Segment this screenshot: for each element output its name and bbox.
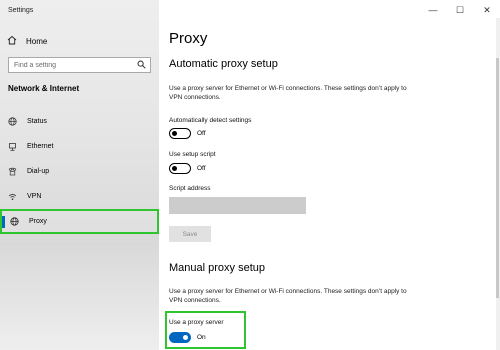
scrollbar-thumb[interactable]	[496, 58, 499, 298]
automatic-proxy-description: Use a proxy server for Ethernet or Wi-Fi…	[169, 85, 407, 101]
sidebar: Settings Home Network & Internet Status …	[0, 0, 159, 350]
home-icon	[7, 35, 17, 47]
home-label: Home	[26, 36, 48, 46]
auto-detect-toggle[interactable]: Off	[169, 128, 206, 139]
scrollbar[interactable]	[496, 18, 500, 350]
vpn-icon	[8, 192, 17, 201]
app-title: Settings	[8, 7, 34, 14]
globe-icon	[8, 117, 17, 126]
sidebar-item-label: Proxy	[29, 218, 47, 225]
sidebar-item-label: Ethernet	[27, 143, 54, 150]
auto-detect-state: Off	[197, 130, 206, 137]
script-address-input[interactable]	[169, 197, 306, 214]
manual-proxy-description: Use a proxy server for Ethernet or Wi-Fi…	[169, 288, 407, 304]
sidebar-item-ethernet[interactable]: Ethernet	[0, 134, 159, 159]
globe-icon	[10, 217, 19, 226]
sidebar-item-label: Dial-up	[27, 168, 50, 175]
script-address-label: Script address	[169, 185, 211, 192]
ethernet-icon	[8, 142, 17, 151]
sidebar-item-label: VPN	[27, 193, 42, 200]
search-icon[interactable]	[137, 56, 146, 74]
use-proxy-highlight	[165, 311, 246, 349]
sidebar-item-vpn[interactable]: VPN	[0, 184, 159, 209]
auto-detect-switch[interactable]	[169, 128, 191, 139]
home-nav-item[interactable]: Home	[7, 34, 47, 48]
use-proxy-toggle[interactable]: On	[169, 332, 206, 343]
sidebar-nav: Status Ethernet Dial-up VPN Proxy	[0, 109, 159, 234]
section-title: Network & Internet	[8, 84, 80, 93]
minimize-button[interactable]: —	[428, 5, 438, 16]
use-proxy-switch[interactable]	[169, 332, 191, 343]
use-proxy-state: On	[197, 334, 206, 341]
setup-script-toggle[interactable]: Off	[169, 163, 206, 174]
main-panel: — ☐ ✕ Proxy Automatic proxy setup Use a …	[159, 0, 500, 350]
search-input[interactable]	[14, 61, 124, 69]
use-proxy-label: Use a proxy server	[169, 319, 224, 326]
setup-script-label: Use setup script	[169, 151, 216, 158]
setup-script-state: Off	[197, 165, 206, 172]
maximize-button[interactable]: ☐	[455, 5, 465, 16]
search-box[interactable]	[8, 57, 151, 73]
window-controls: — ☐ ✕	[428, 5, 492, 16]
automatic-proxy-heading: Automatic proxy setup	[169, 58, 278, 70]
sidebar-item-label: Status	[27, 118, 47, 125]
save-button[interactable]: Save	[169, 226, 211, 242]
manual-proxy-heading: Manual proxy setup	[169, 262, 265, 274]
sidebar-item-dialup[interactable]: Dial-up	[0, 159, 159, 184]
sidebar-item-proxy[interactable]: Proxy	[0, 209, 159, 234]
auto-detect-label: Automatically detect settings	[169, 117, 252, 124]
setup-script-switch[interactable]	[169, 163, 191, 174]
close-button[interactable]: ✕	[482, 5, 492, 16]
phone-icon	[8, 167, 17, 176]
sidebar-item-status[interactable]: Status	[0, 109, 159, 134]
page-title: Proxy	[169, 30, 208, 47]
